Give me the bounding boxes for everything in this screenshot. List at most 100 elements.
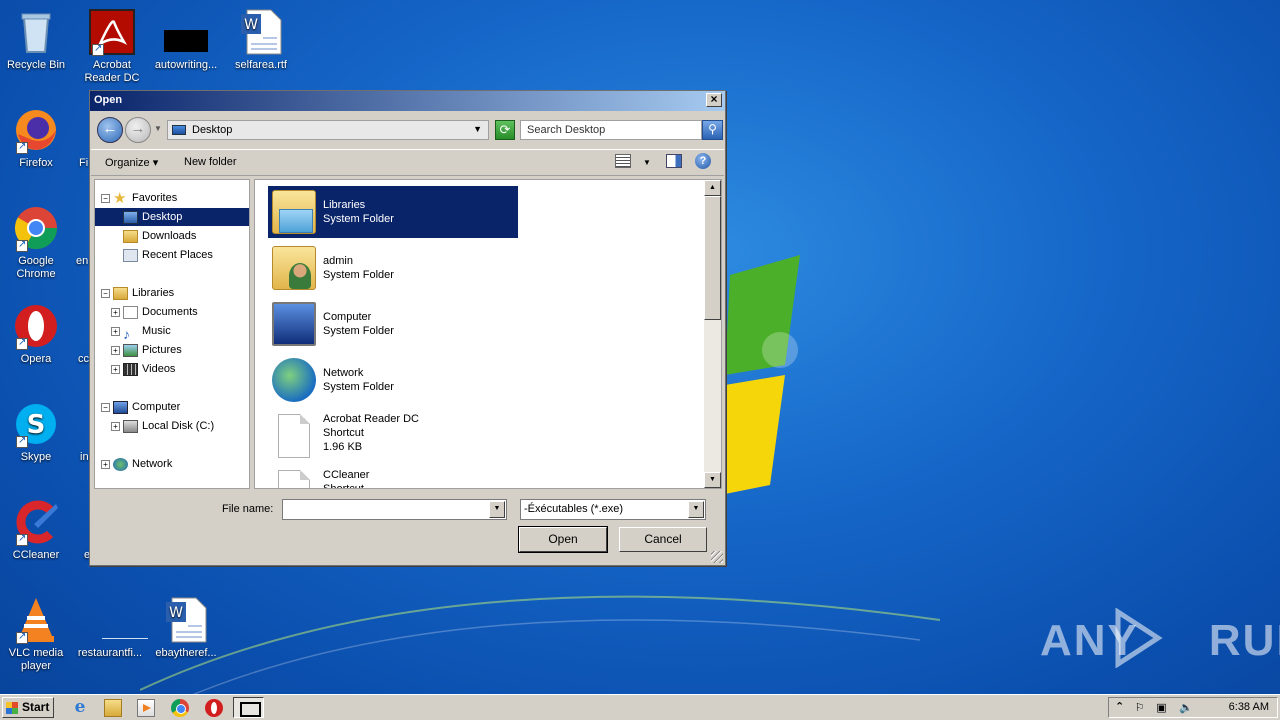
action-center-flag-icon[interactable]: ⚐ <box>1133 702 1146 714</box>
tree-item-network[interactable]: + Network <box>101 455 172 473</box>
recycle-bin-icon <box>12 8 60 56</box>
file-name-input[interactable]: ▼ <box>282 499 507 520</box>
libraries-icon <box>113 286 128 300</box>
tree-item-downloads[interactable]: Downloads <box>123 227 196 245</box>
media-player-icon[interactable] <box>137 699 155 717</box>
expand-icon[interactable]: + <box>111 326 120 336</box>
change-view-icon[interactable] <box>615 154 631 168</box>
desktop-icon-recycle-bin[interactable]: Recycle Bin <box>0 8 74 72</box>
open-button[interactable]: Open <box>518 526 608 553</box>
network-icon <box>113 457 128 471</box>
network-tray-icon[interactable]: ▣ <box>1155 702 1168 714</box>
organize-button[interactable]: Organize ▾ <box>105 156 158 169</box>
collapse-icon[interactable]: − <box>101 288 110 298</box>
desktop-icon-vlc[interactable]: VLC media player <box>0 596 74 673</box>
file-item-computer[interactable]: Computer System Folder <box>268 298 518 350</box>
desktop-icon-acrobat[interactable]: Acrobat Reader DC <box>74 8 150 85</box>
address-dropdown-icon[interactable]: ▼ <box>473 124 482 134</box>
forward-arrow-icon: → <box>130 120 146 137</box>
tree-item-videos[interactable]: + Videos <box>111 360 175 378</box>
desktop-icon-partial-cc[interactable]: cc <box>60 302 90 366</box>
file-name-dropdown-icon[interactable]: ▼ <box>489 501 505 518</box>
file-type-value: -Éxécutables (*.exe) <box>524 503 624 515</box>
expand-icon[interactable]: + <box>111 364 120 374</box>
scroll-thumb[interactable] <box>704 196 721 320</box>
collapse-icon[interactable]: − <box>101 402 110 412</box>
forward-button[interactable]: → <box>125 117 151 143</box>
opera-taskbar-icon[interactable] <box>205 699 223 717</box>
file-list-pane: Libraries System Folder admin System Fol… <box>254 179 722 489</box>
tree-item-pictures[interactable]: + Pictures <box>111 341 182 359</box>
desktop-icon-selfarea[interactable]: W selfarea.rtf <box>223 8 299 72</box>
svg-text:W: W <box>244 17 258 33</box>
preview-pane-icon[interactable] <box>666 154 682 168</box>
back-button[interactable]: ← <box>97 117 123 143</box>
volume-icon[interactable]: 🔈 <box>1179 702 1193 714</box>
start-button[interactable]: Start <box>2 697 54 718</box>
tree-item-computer[interactable]: − Computer <box>101 398 180 416</box>
downloads-folder-icon <box>123 229 138 243</box>
internet-explorer-icon[interactable]: e <box>71 699 89 717</box>
desktop-icon-ebaytheref[interactable]: W ebaytheref... <box>148 596 224 660</box>
file-item-network[interactable]: Network System Folder <box>268 354 518 406</box>
desktop-icon-partial-e[interactable]: e <box>60 498 90 562</box>
expand-icon[interactable]: + <box>111 345 120 355</box>
new-folder-button[interactable]: New folder <box>184 156 237 168</box>
file-item-ccleaner-shortcut[interactable]: CCleaner Shortcut <box>268 466 518 488</box>
computer-icon <box>272 302 316 346</box>
tree-item-favorites[interactable]: − ★ Favorites <box>101 189 177 207</box>
desktop-icon-restaurant[interactable]: restaurantfi... <box>72 596 148 660</box>
expand-icon[interactable]: + <box>111 421 120 431</box>
history-dropdown-icon[interactable]: ▼ <box>154 124 162 133</box>
dialog-title: Open <box>94 94 123 106</box>
cancel-button[interactable]: Cancel <box>619 527 707 552</box>
tree-item-recent-places[interactable]: Recent Places <box>123 246 213 264</box>
search-icon[interactable]: ⚲ <box>702 120 723 140</box>
file-item-admin[interactable]: admin System Folder <box>268 242 518 294</box>
recent-places-icon <box>123 248 138 262</box>
tree-item-documents[interactable]: + Documents <box>111 303 198 321</box>
star-icon: ★ <box>113 189 127 207</box>
show-hidden-icons-icon[interactable]: ⌃ <box>1115 700 1124 713</box>
address-bar-row: ← → ▼ Desktop ▼ ⟳ Search Desktop ⚲ <box>94 115 723 145</box>
desktop-icon-partial-fi[interactable]: Fi <box>60 106 90 170</box>
resize-grip[interactable] <box>711 551 723 563</box>
clock[interactable]: 6:38 AM <box>1229 701 1269 713</box>
desktop-icon-partial-en[interactable]: en <box>60 204 90 268</box>
open-window-taskbar-button[interactable] <box>233 697 264 718</box>
file-explorer-icon[interactable] <box>104 699 122 717</box>
desktop-icon <box>123 210 138 224</box>
file-type-dropdown-icon[interactable]: ▼ <box>688 501 704 518</box>
expand-icon[interactable]: + <box>101 459 110 469</box>
file-item-acrobat-shortcut[interactable]: Acrobat Reader DC Shortcut 1.96 KB <box>268 410 518 468</box>
desktop-icon-partial-in[interactable]: in <box>60 400 90 464</box>
videos-icon <box>123 362 138 376</box>
view-dropdown-icon[interactable]: ▼ <box>643 158 651 167</box>
help-icon[interactable]: ? <box>695 153 711 169</box>
address-box[interactable]: Desktop ▼ <box>167 120 489 140</box>
music-icon: ♪ <box>123 325 130 342</box>
tree-item-desktop[interactable]: Desktop <box>95 208 249 226</box>
refresh-button[interactable]: ⟳ <box>495 120 515 140</box>
dialog-titlebar[interactable]: Open × <box>90 91 725 111</box>
tree-item-libraries[interactable]: − Libraries <box>101 284 174 302</box>
anyrun-watermark: ANYRUN <box>1040 616 1280 665</box>
word-document-icon: W <box>162 596 210 644</box>
ccleaner-icon <box>12 498 60 546</box>
file-item-libraries[interactable]: Libraries System Folder <box>268 186 518 238</box>
search-input[interactable]: Search Desktop <box>520 120 702 140</box>
expand-icon[interactable]: + <box>111 307 120 317</box>
scroll-up-icon[interactable]: ▲ <box>704 180 721 196</box>
close-button[interactable]: × <box>706 93 722 107</box>
tree-item-music[interactable]: + ♪ Music <box>111 322 171 342</box>
chrome-taskbar-icon[interactable] <box>171 699 189 717</box>
tree-item-local-disk[interactable]: + Local Disk (C:) <box>111 417 214 435</box>
collapse-icon[interactable]: − <box>101 193 110 203</box>
shortcut-file-icon <box>278 470 310 488</box>
vertical-scrollbar[interactable]: ▲ ▼ <box>704 180 721 488</box>
word-document-icon: W <box>237 8 285 56</box>
desktop-icon-autowriting[interactable]: autowriting... <box>148 8 224 72</box>
file-type-select[interactable]: -Éxécutables (*.exe) ▼ <box>520 499 706 520</box>
acrobat-icon <box>88 8 136 56</box>
scroll-down-icon[interactable]: ▼ <box>704 472 721 488</box>
